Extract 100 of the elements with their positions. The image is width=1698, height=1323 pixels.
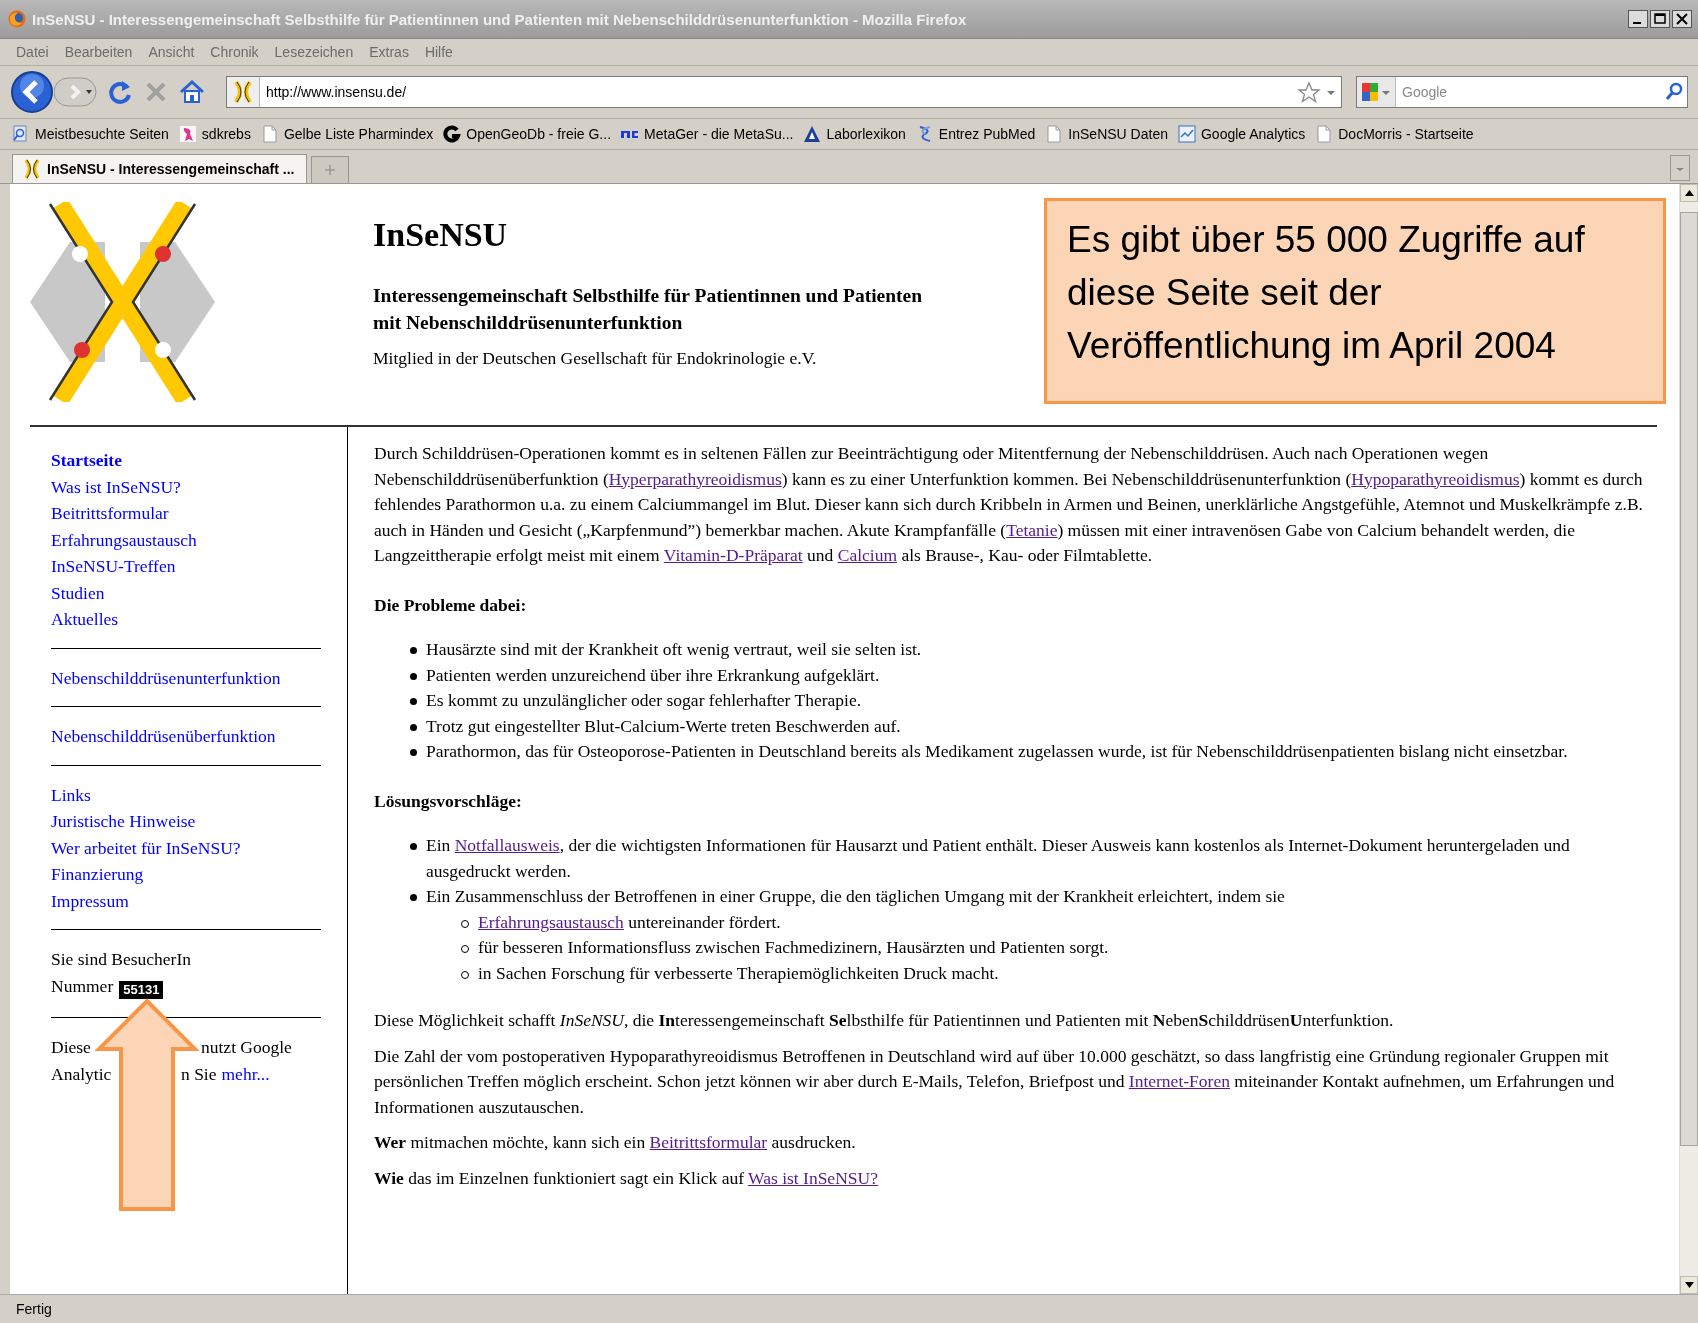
link[interactable]: Calcium: [837, 545, 897, 565]
nav-link[interactable]: Impressum: [51, 887, 129, 914]
menu-item[interactable]: Lesezeichen: [268, 44, 364, 60]
site-icon: [23, 158, 41, 180]
arc-icon: [443, 125, 462, 143]
chart-icon: [1177, 125, 1196, 143]
close-button[interactable]: [1672, 10, 1692, 28]
bookmark[interactable]: Gelbe Liste Pharmindex: [260, 125, 434, 143]
section-heading: Lösungsvorschläge:: [374, 789, 523, 813]
paragraph: Wer mitmachen möchte, kann sich ein Beitrittsformular ausdrucken.: [374, 1131, 857, 1154]
paragraph: Diese Möglichkeit schafft InSeNSU, die Interessengemeinschaft Selbsthilfe für Patientinnen und Patienten mit NebenSchilddrüsenUnterfunktion.: [374, 1009, 1395, 1032]
bullet-icon: [410, 723, 417, 731]
site-subtitle: Interessengemeinschaft Selbsthilfe für Patientinnen und Patienten mit Nebenschilddrüsenunterfunktion: [373, 284, 924, 335]
window-title: InSeNSU - Interessengemeinschaft Selbsthilfe für Patientinnen und Patienten mit Nebenschilddrüsenunterfunktion - Mozilla Firefox: [32, 10, 968, 28]
section-heading: Die Probleme dabei:: [374, 593, 528, 617]
nav-link[interactable]: Startseite: [51, 447, 122, 474]
list-item-text: Patienten werden unzureichend über ihre Erkrankung aufgeklärt.: [426, 663, 881, 687]
visitor-counter: 55131: [119, 980, 164, 999]
link[interactable]: Hypoparathyreoidismus: [1351, 468, 1520, 489]
list-item-text: Es kommt zu unzulänglicher oder sogar fehlerhafter Therapie.: [426, 689, 863, 712]
nav-link[interactable]: Juristische Hinweise: [51, 808, 196, 835]
paragraph: Wie das im Einzelnen funktioniert sagt ein Klick auf Was ist InSeNSU?: [374, 1166, 879, 1190]
bookmark[interactable]: DocMorris - Startseite: [1315, 125, 1474, 143]
visitor-text: Nummer: [51, 974, 114, 998]
notice-text: Diese: [51, 1036, 92, 1059]
list-item-text: Hausärzte sind mit der Krankheit oft wenig vertraut, weil sie selten ist.: [426, 638, 923, 661]
nav-link[interactable]: InSeNSU-Treffen: [51, 553, 176, 580]
page-icon: [260, 125, 279, 143]
link[interactable]: Notfallausweis: [454, 835, 560, 855]
menu-item[interactable]: Chronik: [204, 44, 269, 60]
link[interactable]: Vitamin-D-Präparat: [663, 545, 803, 565]
paragraph: Die Zahl der vom postoperativen Hypoparathyreoidismus Betroffenen in Deutschland wird auf über 10.000 geschätzt, so dass langfristig eine Gründung regionaler Gruppen mit persönlichen Treffen möglich erscheint. Schon jetzt können wir aber durch E-Mails, Telefon, Briefpost und Internet-Foren miteinander Kontakt aufnehmen, um Erfahrungen und Informationen auszutauschen.: [374, 1044, 1616, 1119]
membership-note: Mitglied in der Deutschen Gesellschaft für Endokrinologie e.V.: [373, 348, 818, 369]
bookmark[interactable]: Entrez PubMed: [915, 125, 1036, 143]
nav-link[interactable]: Erfahrungsaustausch: [51, 526, 197, 553]
home-button[interactable]: [178, 78, 206, 106]
list-item-text: Trotz gut eingestellter Blut-Calcium-Werte treten Beschwerden auf.: [426, 714, 902, 738]
list-item-text: in Sachen Forschung für verbesserte Therapiemöglichkeiten Druck macht.: [478, 961, 1000, 985]
minimize-button[interactable]: [1628, 10, 1648, 28]
list-item-text: Erfahrungsaustausch untereinander fördert.: [478, 910, 782, 934]
firefox-icon: [8, 10, 26, 28]
circle-bullet-icon: [461, 919, 469, 928]
maximize-button[interactable]: [1650, 10, 1670, 28]
link[interactable]: Beitrittsformular: [649, 1132, 768, 1152]
nav-link[interactable]: Studien: [51, 579, 105, 606]
tab[interactable]: InSeNSU - Interessengemeinschaft ...: [12, 154, 308, 183]
nav-link[interactable]: Finanzierung: [51, 861, 144, 888]
nav-link[interactable]: Aktuelles: [51, 606, 119, 633]
link[interactable]: mehr...: [221, 1060, 270, 1087]
link[interactable]: Erfahrungsaustausch: [478, 911, 624, 932]
nav-link[interactable]: Links: [51, 781, 91, 808]
caret-icon: [1684, 1282, 1694, 1288]
scroll-down-button[interactable]: [1680, 1276, 1698, 1294]
bookmark[interactable]: Laborlexikon: [803, 125, 906, 143]
link[interactable]: Internet-Foren: [1128, 1071, 1230, 1091]
page-icon: [1315, 125, 1334, 143]
site-icon: [232, 80, 254, 104]
nav-link[interactable]: Beitrittsformular: [51, 500, 169, 527]
list-item-text: Ein Zusammenschluss der Betroffenen in einer Gruppe, die den täglichen Umgang mit der Krankheit erleichtert, indem sie: [426, 885, 1286, 908]
scrollbar-thumb[interactable]: [1680, 212, 1698, 1146]
bookmark[interactable]: sdkrebs: [178, 125, 251, 143]
back-button[interactable]: [10, 70, 54, 114]
menu-item[interactable]: Bearbeiten: [58, 44, 143, 60]
circle-bullet-icon: [461, 945, 469, 953]
nav-link[interactable]: Nebenschilddrüsenunterfunktion: [51, 664, 281, 691]
list-item-text: für besseren Informationsfluss zwischen Fachmedizinern, Hausärzten und Patienten sorgt.: [478, 936, 1110, 959]
bookmark[interactable]: Google Analytics: [1177, 125, 1306, 143]
notice-text: nutzt Google: [201, 1036, 292, 1059]
notice-text: n Sie: [181, 1062, 217, 1086]
bookmark[interactable]: MetaGer - die MetaSu...: [621, 125, 794, 143]
bookmark[interactable]: OpenGeoDb - freie G...: [443, 125, 612, 143]
nav-link[interactable]: Nebenschilddrüsenüberfunktion: [51, 723, 276, 750]
link[interactable]: Tetanie: [1006, 519, 1058, 540]
callout-box: Es gibt über 55 000 Zugriffe auf diese Seite seit der Veröffentlichung im April 2004: [1044, 198, 1666, 404]
list-item-text: Parathormon, das für Osteoporose-Patienten in Deutschland bereits als Medikament zugelassen wurde, ist für Nebenschilddrüsenpatienten bislang nicht einsetzbar.: [426, 740, 1569, 763]
address-field[interactable]: http://www.insensu.de/: [226, 76, 1342, 108]
plus-icon: [325, 165, 336, 175]
menu-item[interactable]: Extras: [363, 44, 419, 60]
status-text: Fertig: [16, 1301, 52, 1317]
magnifier-icon: [12, 125, 30, 143]
menu-item[interactable]: Ansicht: [142, 44, 205, 60]
bullet-icon: [410, 894, 417, 901]
bookmark[interactable]: Meistbesuchte Seiten: [12, 125, 169, 143]
nav-link[interactable]: Was ist InSeNSU?: [51, 473, 181, 500]
scroll-up-button[interactable]: [1680, 184, 1698, 202]
bookmark[interactable]: InSeNSU Daten: [1045, 125, 1168, 143]
search-field[interactable]: Google: [1356, 76, 1688, 108]
menu-item[interactable]: Datei: [10, 44, 59, 60]
bullet-icon: [410, 749, 417, 756]
bullet-icon: [410, 672, 417, 680]
link[interactable]: Hyperparathyreoidismus: [608, 468, 782, 489]
reload-button[interactable]: [106, 78, 134, 106]
link[interactable]: Was ist InSeNSU?: [748, 1167, 878, 1188]
triangle-icon: [803, 125, 822, 143]
star-icon[interactable]: [1297, 81, 1321, 103]
nav-link[interactable]: Wer arbeitet für InSeNSU?: [51, 834, 241, 861]
caret-icon: [1684, 190, 1694, 196]
engine-icon: [1361, 82, 1379, 102]
scrollbar[interactable]: [1679, 184, 1698, 1294]
paragraph: Durch Schilddrüsen-Operationen kommt es in seltenen Fällen zur Beeinträchtigung oder Mitentfernung der Nebenschilddrüsen. Auch nach Operationen wegen Nebenschilddrüsenüberfunktion (Hyperparathyreoidismus) kann es zu einer Unterfunktion kommen. Bei Nebenschilddrüsenunterfunktion (Hypoparathyreoidismus) kommt es durch fehlendes Parathormon u.a. zu einem Calciummangel im Blut. Dieser kann sich durch Kribbeln in Armen und Beinen, unerklärliche Angstgefühle, Atemnot und Muskelkrämpfe z.B. auch in Händen und Gesicht („Karpfenmund”) bemerkbar machen. Akute Krampfanfälle (Tetanie) müssen mit einer intravenösen Gabe von Calcium behandelt werden, die Langzeittherapie erfolgt meist mit einem Vitamin-D-Präparat und Calcium als Brause-, Kau- oder Filmtablette.: [374, 442, 1644, 567]
